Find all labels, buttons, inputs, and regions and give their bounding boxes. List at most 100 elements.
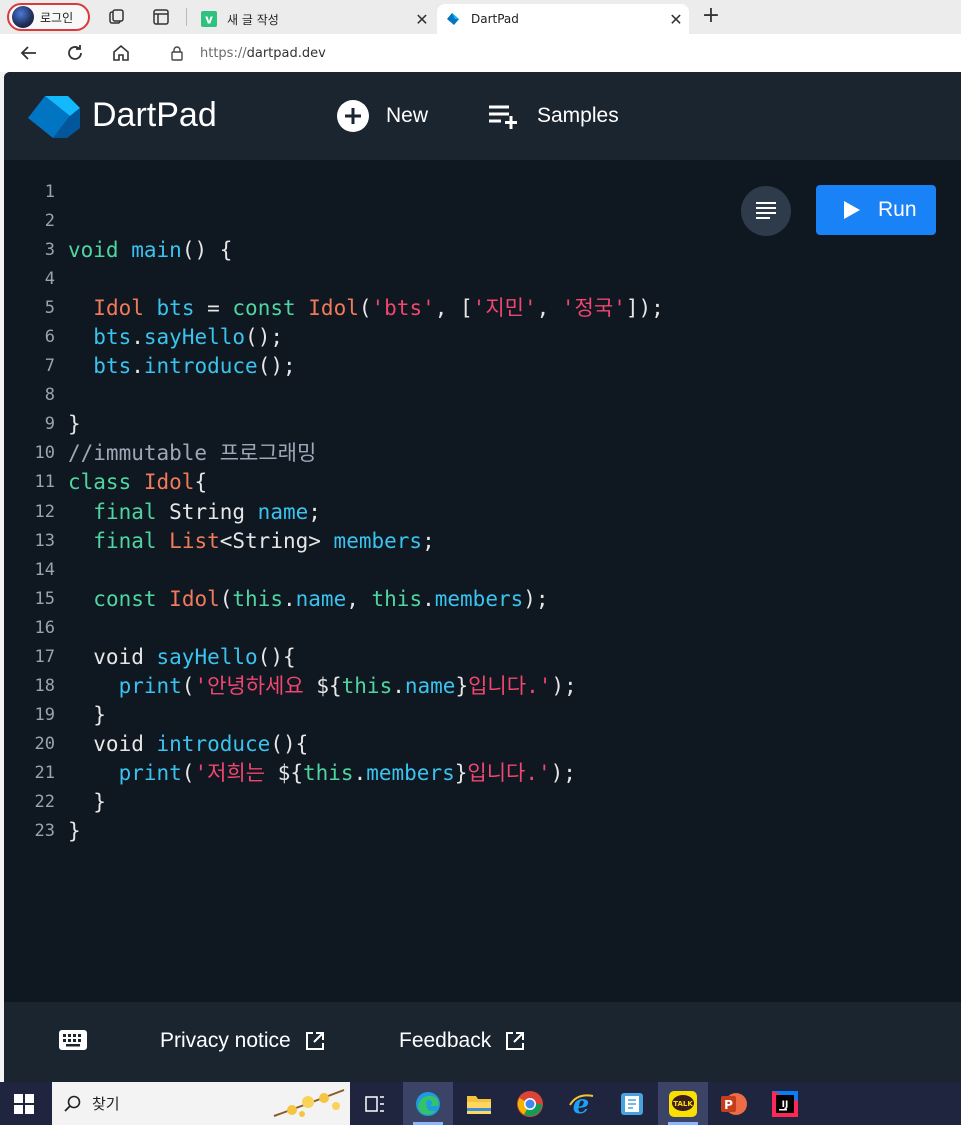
vertical-tabs-icon[interactable] <box>151 7 171 27</box>
code-token: ); <box>550 760 576 785</box>
feedback-link[interactable]: Feedback <box>399 1026 525 1056</box>
edge-icon <box>416 1091 440 1116</box>
code-token: '안녕하세요 <box>194 673 317 698</box>
code-line[interactable]: } <box>68 701 664 730</box>
code-editor[interactable]: 1 2 3 4 5 6 7 8 9 10 11 12 13 14 15 16 17 18 19 20 21 22 23 vo… <box>4 160 961 1002</box>
code-token: ; <box>422 528 435 553</box>
code-token: String <box>156 499 258 524</box>
code-line[interactable]: print('안녕하세요 ${this.name}입니다.'); <box>68 672 664 701</box>
profile-button[interactable]: 로그인 <box>7 3 90 31</box>
line-number: 23 <box>34 821 55 842</box>
code-token: '지민' <box>472 296 537 321</box>
notes-app-icon <box>621 1092 643 1115</box>
playlist-add-icon <box>489 105 517 129</box>
taskbar-intellij[interactable]: IJ <box>760 1082 810 1125</box>
taskbar-notes-app[interactable] <box>607 1082 657 1125</box>
code-token: (); <box>257 354 296 379</box>
code-token: Idol <box>93 296 144 321</box>
code-line[interactable]: } <box>68 817 664 846</box>
code-line[interactable]: final List<String> members; <box>68 527 664 556</box>
privacy-label: Privacy notice <box>160 1029 291 1052</box>
code-token: . <box>422 586 435 611</box>
code-line[interactable]: void sayHello(){ <box>68 643 664 672</box>
workspaces-icon[interactable] <box>107 7 127 27</box>
code-line[interactable]: Idol bts = const Idol('bts', ['지민', '정국'… <box>68 294 663 323</box>
tab-dartpad[interactable]: DartPad ✕ <box>437 4 689 34</box>
code-line[interactable]: print('저희는 ${this.members}입니다.'); <box>68 759 664 788</box>
code-token: , <box>536 296 562 321</box>
ij-label: IJ <box>782 1100 789 1110</box>
refresh-icon[interactable] <box>63 41 87 65</box>
code-line[interactable] <box>68 556 664 585</box>
kakao-label: TALK <box>673 1100 693 1108</box>
add-circle-icon <box>337 100 369 132</box>
task-view-button[interactable] <box>350 1082 400 1125</box>
run-button[interactable]: Run <box>816 185 936 235</box>
code-line[interactable]: void introduce(){ <box>68 730 664 759</box>
open-in-new-icon <box>305 1032 324 1050</box>
play-icon <box>844 201 860 219</box>
profile-avatar <box>12 6 34 28</box>
taskbar-chrome[interactable] <box>505 1082 555 1125</box>
windows-taskbar: 찾기 e TALK P IJ <box>0 1082 961 1125</box>
taskbar-file-explorer[interactable] <box>454 1082 504 1125</box>
tab-close-button[interactable]: ✕ <box>409 10 435 29</box>
samples-button[interactable]: Samples <box>487 98 619 134</box>
line-number: 11 <box>34 472 55 493</box>
code-line[interactable]: } <box>68 788 664 817</box>
keyboard-icon[interactable] <box>59 1030 87 1050</box>
code-token: name <box>295 586 347 611</box>
code-line[interactable] <box>68 614 664 643</box>
code-line[interactable]: } <box>68 410 664 439</box>
line-number: 2 <box>44 211 55 232</box>
back-icon[interactable] <box>17 41 41 65</box>
line-number: 22 <box>34 791 55 812</box>
code-token: bts <box>156 296 195 321</box>
taskbar-internet-explorer[interactable]: e <box>556 1082 606 1125</box>
line-number: 7 <box>44 356 55 377</box>
taskbar-kakaotalk[interactable]: TALK <box>658 1082 708 1125</box>
windows-start-icon[interactable] <box>14 1094 34 1114</box>
new-button[interactable]: New <box>336 98 428 134</box>
code-token: (){ <box>270 731 309 756</box>
code-line[interactable]: final String name; <box>68 498 664 527</box>
new-tab-button[interactable]: + <box>698 3 724 29</box>
taskbar-powerpoint[interactable]: P <box>709 1082 759 1125</box>
format-button[interactable] <box>741 186 791 236</box>
url-text: https://dartpad.dev <box>200 46 326 61</box>
tab-close-button[interactable]: ✕ <box>663 10 689 29</box>
search-placeholder: 찾기 <box>92 1095 120 1113</box>
code-line[interactable]: bts.introduce(); <box>68 352 664 381</box>
code-token: } <box>68 702 106 727</box>
code-line[interactable]: bts.sayHello(); <box>68 323 664 352</box>
code-line[interactable]: //immutable 프로그래밍 <box>68 439 664 468</box>
code-content[interactable]: void main() { Idol bts = const Idol('bts… <box>68 178 664 846</box>
task-view-icon <box>365 1095 384 1112</box>
taskbar-search[interactable]: 찾기 <box>52 1082 350 1125</box>
tab-new-post[interactable]: v 새 글 작성 ✕ <box>193 4 435 34</box>
code-line[interactable] <box>68 178 664 207</box>
privacy-notice-link[interactable]: Privacy notice <box>160 1026 325 1056</box>
code-token: Idol <box>169 586 220 611</box>
code-line[interactable] <box>68 207 664 236</box>
search-icon <box>64 1095 81 1112</box>
address-bar[interactable]: https://dartpad.dev <box>150 38 961 68</box>
taskbar-edge[interactable] <box>403 1082 453 1125</box>
code-token: 입니다.' <box>467 760 551 785</box>
home-icon[interactable] <box>109 41 133 65</box>
code-line[interactable]: class Idol{ <box>68 468 664 497</box>
lock-icon[interactable] <box>170 45 184 61</box>
code-token: void <box>68 238 119 263</box>
code-line[interactable]: const Idol(this.name, this.members); <box>68 585 664 614</box>
code-line[interactable] <box>68 381 664 410</box>
line-number: 14 <box>34 559 55 580</box>
code-token: class <box>68 470 132 495</box>
code-line[interactable]: void main() { <box>68 236 664 265</box>
code-line[interactable] <box>68 265 664 294</box>
code-token: this <box>341 673 393 698</box>
